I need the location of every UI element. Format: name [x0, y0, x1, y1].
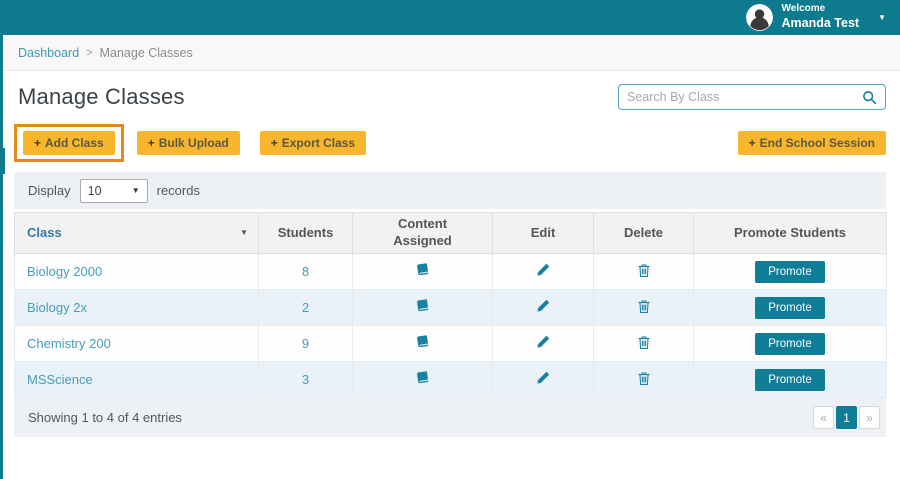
left-edge-strip	[0, 35, 3, 479]
left-scroll-thumb[interactable]	[0, 148, 5, 174]
search-box	[618, 84, 886, 110]
class-name-link[interactable]: Biology 2000	[27, 264, 102, 279]
book-icon[interactable]	[415, 299, 430, 316]
breadcrumb-separator: >	[86, 47, 92, 59]
pagination-next-button[interactable]: »	[859, 406, 880, 429]
chevron-down-icon[interactable]: ▼	[878, 13, 886, 22]
export-class-button[interactable]: +Export Class	[260, 131, 366, 155]
promote-button[interactable]: Promote	[755, 297, 824, 319]
class-name-link[interactable]: MSScience	[27, 372, 93, 387]
pagination-page-1-button[interactable]: 1	[836, 406, 857, 429]
delete-trash-icon[interactable]	[637, 335, 651, 353]
promote-button[interactable]: Promote	[755, 261, 824, 283]
delete-trash-icon[interactable]	[637, 263, 651, 281]
edit-pencil-icon[interactable]	[536, 263, 550, 280]
class-name-link[interactable]: Biology 2x	[27, 300, 87, 315]
class-name-link[interactable]: Chemistry 200	[27, 336, 111, 351]
table-row: Chemistry 200 9 Promote	[15, 326, 887, 362]
promote-button[interactable]: Promote	[755, 369, 824, 391]
classes-panel: Display 10 ▼ records Class ▼ Students C	[14, 172, 886, 437]
sort-caret-icon: ▼	[240, 228, 248, 238]
display-records-bar: Display 10 ▼ records	[14, 172, 886, 209]
delete-trash-icon[interactable]	[637, 371, 651, 389]
table-row: Biology 2000 8 Promote	[15, 254, 887, 290]
table-row: MSScience 3 Promote	[15, 362, 887, 398]
students-count-link[interactable]: 2	[302, 300, 309, 315]
select-caret-icon: ▼	[132, 186, 140, 195]
column-header-class[interactable]: Class ▼	[15, 213, 259, 254]
topbar: Welcome Amanda Test ▼	[0, 0, 900, 35]
welcome-label: Welcome	[782, 3, 860, 16]
column-header-delete: Delete	[594, 213, 694, 254]
records-label: records	[157, 183, 200, 198]
avatar-icon	[746, 4, 773, 31]
records-per-page-select[interactable]: 10 ▼	[80, 179, 148, 203]
pagination-prev-button[interactable]: «	[813, 406, 834, 429]
plus-icon: +	[34, 136, 41, 150]
breadcrumb-current: Manage Classes	[100, 46, 193, 60]
add-class-button[interactable]: +Add Class	[23, 131, 115, 155]
end-school-session-button[interactable]: +End School Session	[738, 131, 886, 155]
breadcrumb: Dashboard > Manage Classes	[0, 35, 900, 71]
column-header-edit: Edit	[493, 213, 594, 254]
plus-icon: +	[271, 136, 278, 150]
plus-icon: +	[148, 136, 155, 150]
edit-pencil-icon[interactable]	[536, 299, 550, 316]
add-class-highlight: +Add Class	[14, 124, 124, 162]
user-menu[interactable]: Welcome Amanda Test ▼	[746, 3, 887, 31]
search-icon[interactable]	[862, 90, 877, 105]
table-footer: Showing 1 to 4 of 4 entries « 1 »	[14, 398, 886, 437]
book-icon[interactable]	[415, 263, 430, 280]
bulk-upload-button[interactable]: +Bulk Upload	[137, 131, 240, 155]
book-icon[interactable]	[415, 335, 430, 352]
edit-pencil-icon[interactable]	[536, 371, 550, 388]
username-label: Amanda Test	[782, 16, 860, 32]
promote-button[interactable]: Promote	[755, 333, 824, 355]
plus-icon: +	[749, 136, 756, 150]
breadcrumb-dashboard-link[interactable]: Dashboard	[18, 46, 79, 60]
column-header-students: Students	[259, 213, 353, 254]
page-title: Manage Classes	[14, 84, 185, 110]
search-input[interactable]	[627, 90, 862, 104]
column-header-promote-students: Promote Students	[694, 213, 887, 254]
classes-table: Class ▼ Students Content Assigned Edit D…	[14, 212, 887, 398]
students-count-link[interactable]: 8	[302, 264, 309, 279]
pagination: « 1 »	[813, 406, 880, 429]
table-row: Biology 2x 2 Promote	[15, 290, 887, 326]
entries-summary: Showing 1 to 4 of 4 entries	[28, 410, 182, 425]
edit-pencil-icon[interactable]	[536, 335, 550, 352]
delete-trash-icon[interactable]	[637, 299, 651, 317]
display-label: Display	[28, 183, 71, 198]
book-icon[interactable]	[415, 371, 430, 388]
students-count-link[interactable]: 3	[302, 372, 309, 387]
students-count-link[interactable]: 9	[302, 336, 309, 351]
column-header-content-assigned: Content Assigned	[353, 213, 493, 254]
